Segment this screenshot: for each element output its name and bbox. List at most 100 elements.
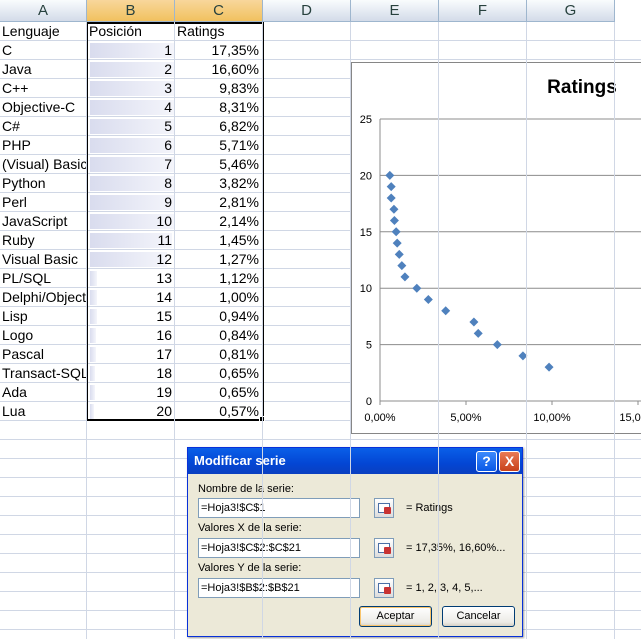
- data-point: [391, 227, 401, 237]
- cell-language[interactable]: PL/SQL: [2, 269, 86, 287]
- cell-rating[interactable]: 0,65%: [176, 364, 262, 382]
- cell-a1[interactable]: Lenguaje: [2, 22, 86, 40]
- column-header-c[interactable]: C: [175, 0, 263, 22]
- cell-rating[interactable]: 0,84%: [176, 326, 262, 344]
- cell-rating[interactable]: 17,35%: [176, 41, 262, 59]
- cell-position[interactable]: 11: [88, 231, 174, 249]
- series-x-input[interactable]: =Hoja3!$C$2:$C$21: [198, 538, 360, 558]
- cell-position[interactable]: 6: [88, 136, 174, 154]
- help-button[interactable]: ?: [476, 451, 497, 472]
- cell-rating[interactable]: 0,57%: [176, 402, 262, 420]
- data-point: [469, 317, 479, 327]
- column-header-a[interactable]: A: [0, 0, 87, 22]
- cell-language[interactable]: C#: [2, 117, 86, 135]
- cell-rating[interactable]: 5,46%: [176, 155, 262, 173]
- column-gridline: [614, 22, 615, 639]
- column-header-g[interactable]: G: [527, 0, 615, 22]
- cell-language[interactable]: PHP: [2, 136, 86, 154]
- data-point: [473, 328, 483, 338]
- cell-c1[interactable]: Ratings: [176, 22, 262, 40]
- cell-rating[interactable]: 9,83%: [176, 79, 262, 97]
- cell-rating[interactable]: 1,27%: [176, 250, 262, 268]
- close-button[interactable]: X: [499, 451, 520, 472]
- cell-rating[interactable]: 16,60%: [176, 60, 262, 78]
- cell-position[interactable]: 8: [88, 174, 174, 192]
- cell-rating[interactable]: 5,71%: [176, 136, 262, 154]
- cell-rating[interactable]: 3,82%: [176, 174, 262, 192]
- cell-language[interactable]: Ada: [2, 383, 86, 401]
- series-y-input[interactable]: =Hoja3!$B$2:$B$21: [198, 578, 360, 598]
- cell-position[interactable]: 1: [88, 41, 174, 59]
- cell-language[interactable]: Ruby: [2, 231, 86, 249]
- cell-language[interactable]: Pascal: [2, 345, 86, 363]
- dialog-title: Modificar serie: [194, 453, 286, 468]
- cell-rating[interactable]: 6,82%: [176, 117, 262, 135]
- cell-position[interactable]: 3: [88, 79, 174, 97]
- cell-rating[interactable]: 1,45%: [176, 231, 262, 249]
- cell-language[interactable]: Objective-C: [2, 98, 86, 116]
- cell-language[interactable]: Perl: [2, 193, 86, 211]
- cell-position[interactable]: 17: [88, 345, 174, 363]
- cell-position[interactable]: 13: [88, 269, 174, 287]
- table-row: C 1 17,35%: [0, 41, 641, 60]
- cell-language[interactable]: C++: [2, 79, 86, 97]
- cell-position[interactable]: 9: [88, 193, 174, 211]
- cancel-button[interactable]: Cancelar: [442, 606, 515, 627]
- cell-position[interactable]: 7: [88, 155, 174, 173]
- data-point: [389, 204, 399, 214]
- series-x-range-button[interactable]: [374, 538, 394, 558]
- y-tick-label: 5: [366, 340, 372, 352]
- column-gridline: [262, 22, 263, 639]
- dialog-titlebar[interactable]: Modificar serie: [188, 448, 522, 474]
- cell-position[interactable]: 20: [88, 402, 174, 420]
- cell-position[interactable]: 15: [88, 307, 174, 325]
- cell-language[interactable]: Python: [2, 174, 86, 192]
- cell-language[interactable]: Lua: [2, 402, 86, 420]
- data-point: [386, 182, 396, 192]
- cell-language[interactable]: Java: [2, 60, 86, 78]
- series-y-range-button[interactable]: [374, 578, 394, 598]
- cell-rating[interactable]: 0,94%: [176, 307, 262, 325]
- column-headers: ABCDEFG: [0, 0, 615, 22]
- cell-rating[interactable]: 1,12%: [176, 269, 262, 287]
- cell-position[interactable]: 4: [88, 98, 174, 116]
- cell-language[interactable]: Logo: [2, 326, 86, 344]
- column-header-b[interactable]: B: [87, 0, 175, 22]
- cell-position[interactable]: 12: [88, 250, 174, 268]
- cell-language[interactable]: Lisp: [2, 307, 86, 325]
- cell-position[interactable]: 19: [88, 383, 174, 401]
- cell-language[interactable]: Transact-SQL: [2, 364, 86, 382]
- scatter-chart[interactable]: Ratings 05101520250,00%5,00%10,00%15,00%: [351, 62, 641, 434]
- cell-rating[interactable]: 1,00%: [176, 288, 262, 306]
- cell-rating[interactable]: 0,65%: [176, 383, 262, 401]
- cell-language[interactable]: Delphi/Object: [2, 288, 86, 306]
- cell-rating[interactable]: 8,31%: [176, 98, 262, 116]
- accept-button[interactable]: Aceptar: [359, 606, 432, 627]
- cell-position[interactable]: 18: [88, 364, 174, 382]
- column-header-e[interactable]: E: [351, 0, 439, 22]
- cell-position[interactable]: 14: [88, 288, 174, 306]
- cell-position[interactable]: 2: [88, 60, 174, 78]
- cell-language[interactable]: JavaScript: [2, 212, 86, 230]
- cell-language[interactable]: C: [2, 41, 86, 59]
- cell-rating[interactable]: 2,81%: [176, 193, 262, 211]
- data-point: [394, 249, 404, 259]
- cell-rating[interactable]: 2,14%: [176, 212, 262, 230]
- data-point: [385, 170, 395, 180]
- data-point: [544, 362, 554, 372]
- cell-position[interactable]: 10: [88, 212, 174, 230]
- cell-position[interactable]: 16: [88, 326, 174, 344]
- cell-position[interactable]: 5: [88, 117, 174, 135]
- column-header-d[interactable]: D: [263, 0, 351, 22]
- column-gridline: [350, 22, 351, 639]
- cell-language[interactable]: (Visual) Basic: [2, 155, 86, 173]
- cell-language[interactable]: Visual Basic: [2, 250, 86, 268]
- column-gridline: [174, 22, 175, 639]
- cell-rating[interactable]: 0,81%: [176, 345, 262, 363]
- data-point: [397, 261, 407, 271]
- cell-b1[interactable]: Posición: [88, 22, 174, 40]
- column-header-f[interactable]: F: [439, 0, 527, 22]
- series-name-range-button[interactable]: [374, 498, 394, 518]
- data-point: [389, 216, 399, 226]
- series-name-input[interactable]: =Hoja3!$C$1: [198, 498, 360, 518]
